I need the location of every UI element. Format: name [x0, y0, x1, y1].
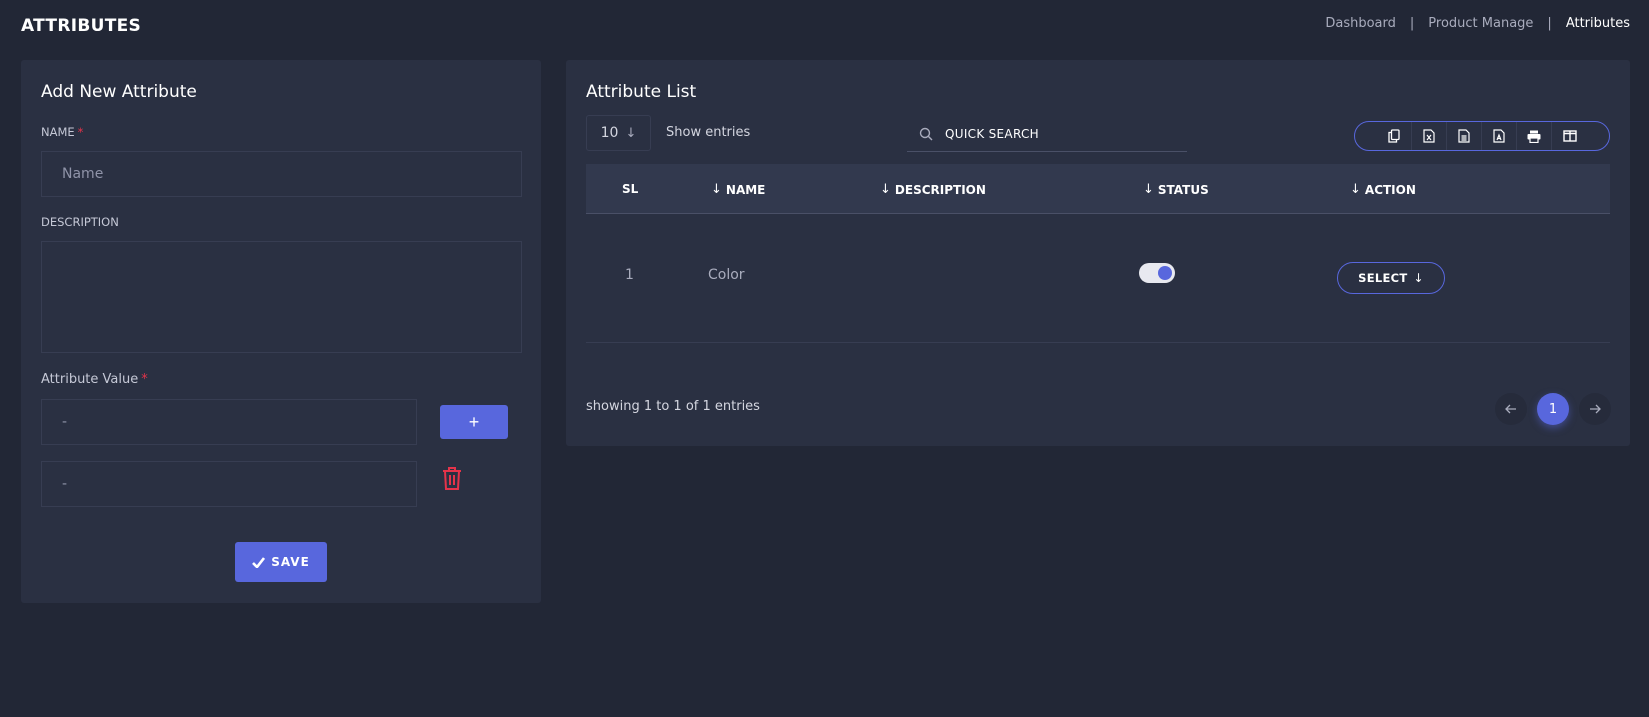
- attribute-value-label: Attribute Value *: [41, 372, 148, 387]
- table-header: SL ↓ NAME ↓ DESCRIPTION ↓ STATUS ↓ ACTION: [586, 164, 1610, 214]
- action-select-button[interactable]: SELECT ↓: [1337, 262, 1445, 294]
- sort-arrow-icon: ↓: [1350, 182, 1361, 197]
- col-name[interactable]: ↓ NAME: [711, 182, 765, 197]
- required-mark: *: [77, 125, 84, 139]
- sort-arrow-icon: ↓: [880, 182, 891, 197]
- cell-name: Color: [708, 267, 745, 283]
- toggle-knob: [1158, 266, 1172, 280]
- copy-button[interactable]: [1377, 122, 1412, 150]
- breadcrumb-product-manage[interactable]: Product Manage: [1428, 16, 1533, 31]
- columns-button[interactable]: [1552, 122, 1587, 150]
- entries-select[interactable]: 10 ↓: [586, 115, 651, 151]
- attribute-list-card: Attribute List 10 ↓ Show entries QUICK S…: [566, 60, 1630, 446]
- add-attribute-card: Add New Attribute NAME* DESCRIPTION Attr…: [21, 60, 541, 603]
- save-button[interactable]: SAVE: [235, 542, 327, 582]
- search-icon: [919, 127, 933, 140]
- plus-icon: +: [468, 411, 480, 432]
- excel-icon: [1423, 129, 1435, 143]
- name-label: NAME *: [41, 125, 83, 139]
- breadcrumb-separator: |: [1409, 16, 1415, 31]
- sort-arrow-icon: ↓: [711, 182, 722, 197]
- trash-icon[interactable]: [442, 466, 462, 490]
- col-status-label: STATUS: [1157, 182, 1209, 197]
- page-title: ATTRIBUTES: [21, 16, 142, 36]
- attribute-value-label-text: Attribute Value: [41, 372, 139, 387]
- breadcrumb-attributes: Attributes: [1565, 16, 1630, 31]
- pagination-page-1[interactable]: 1: [1537, 393, 1569, 425]
- pdf-icon: [1493, 129, 1505, 143]
- description-textarea[interactable]: [41, 241, 522, 353]
- attribute-value-input[interactable]: [41, 399, 417, 445]
- table-row: 1 Color SELECT ↓: [586, 214, 1610, 343]
- arrow-down-icon: ↓: [1413, 271, 1424, 285]
- col-sl[interactable]: SL: [622, 182, 638, 196]
- cell-sl: 1: [625, 267, 634, 283]
- arrow-left-icon: [1505, 404, 1516, 414]
- showing-entries-text: showing 1 to 1 of 1 entries: [586, 399, 760, 414]
- status-toggle[interactable]: [1139, 263, 1175, 283]
- csv-icon: [1458, 129, 1470, 143]
- quick-search[interactable]: QUICK SEARCH: [907, 116, 1187, 152]
- show-entries-label: Show entries: [666, 125, 751, 140]
- pdf-button[interactable]: [1482, 122, 1517, 150]
- add-value-button[interactable]: +: [440, 405, 508, 439]
- arrow-down-icon: ↓: [625, 125, 637, 141]
- col-name-label: NAME: [725, 182, 766, 197]
- print-button[interactable]: [1517, 122, 1552, 150]
- col-description-label: DESCRIPTION: [894, 182, 986, 197]
- save-label: SAVE: [271, 555, 310, 569]
- add-attribute-title: Add New Attribute: [41, 82, 197, 102]
- col-action[interactable]: ↓ ACTION: [1350, 182, 1416, 197]
- search-placeholder: QUICK SEARCH: [945, 126, 1039, 141]
- breadcrumb-separator: |: [1547, 16, 1552, 31]
- breadcrumb-dashboard[interactable]: Dashboard: [1325, 16, 1396, 31]
- pagination-prev-button[interactable]: [1495, 393, 1527, 425]
- export-buttons: [1354, 121, 1610, 151]
- copy-icon: [1388, 129, 1400, 143]
- col-status[interactable]: ↓ STATUS: [1143, 182, 1209, 197]
- csv-button[interactable]: [1447, 122, 1482, 150]
- print-icon: [1527, 130, 1541, 143]
- attribute-list-title: Attribute List: [586, 82, 697, 102]
- name-label-text: NAME: [41, 125, 75, 139]
- excel-button[interactable]: [1412, 122, 1447, 150]
- columns-icon: [1562, 130, 1577, 142]
- sort-arrow-icon: ↓: [1143, 182, 1154, 197]
- description-label: DESCRIPTION: [41, 215, 119, 229]
- check-icon: [252, 556, 266, 568]
- action-label: SELECT: [1358, 271, 1408, 285]
- arrow-right-icon: [1590, 404, 1601, 414]
- pagination-next-button[interactable]: [1579, 393, 1611, 425]
- entries-value: 10: [600, 125, 619, 141]
- required-mark: *: [141, 372, 148, 387]
- breadcrumb: Dashboard | Product Manage | Attributes: [1325, 16, 1630, 31]
- name-input[interactable]: [41, 151, 522, 197]
- col-action-label: ACTION: [1364, 182, 1416, 197]
- attribute-value-input[interactable]: [41, 461, 417, 507]
- col-description[interactable]: ↓ DESCRIPTION: [880, 182, 986, 197]
